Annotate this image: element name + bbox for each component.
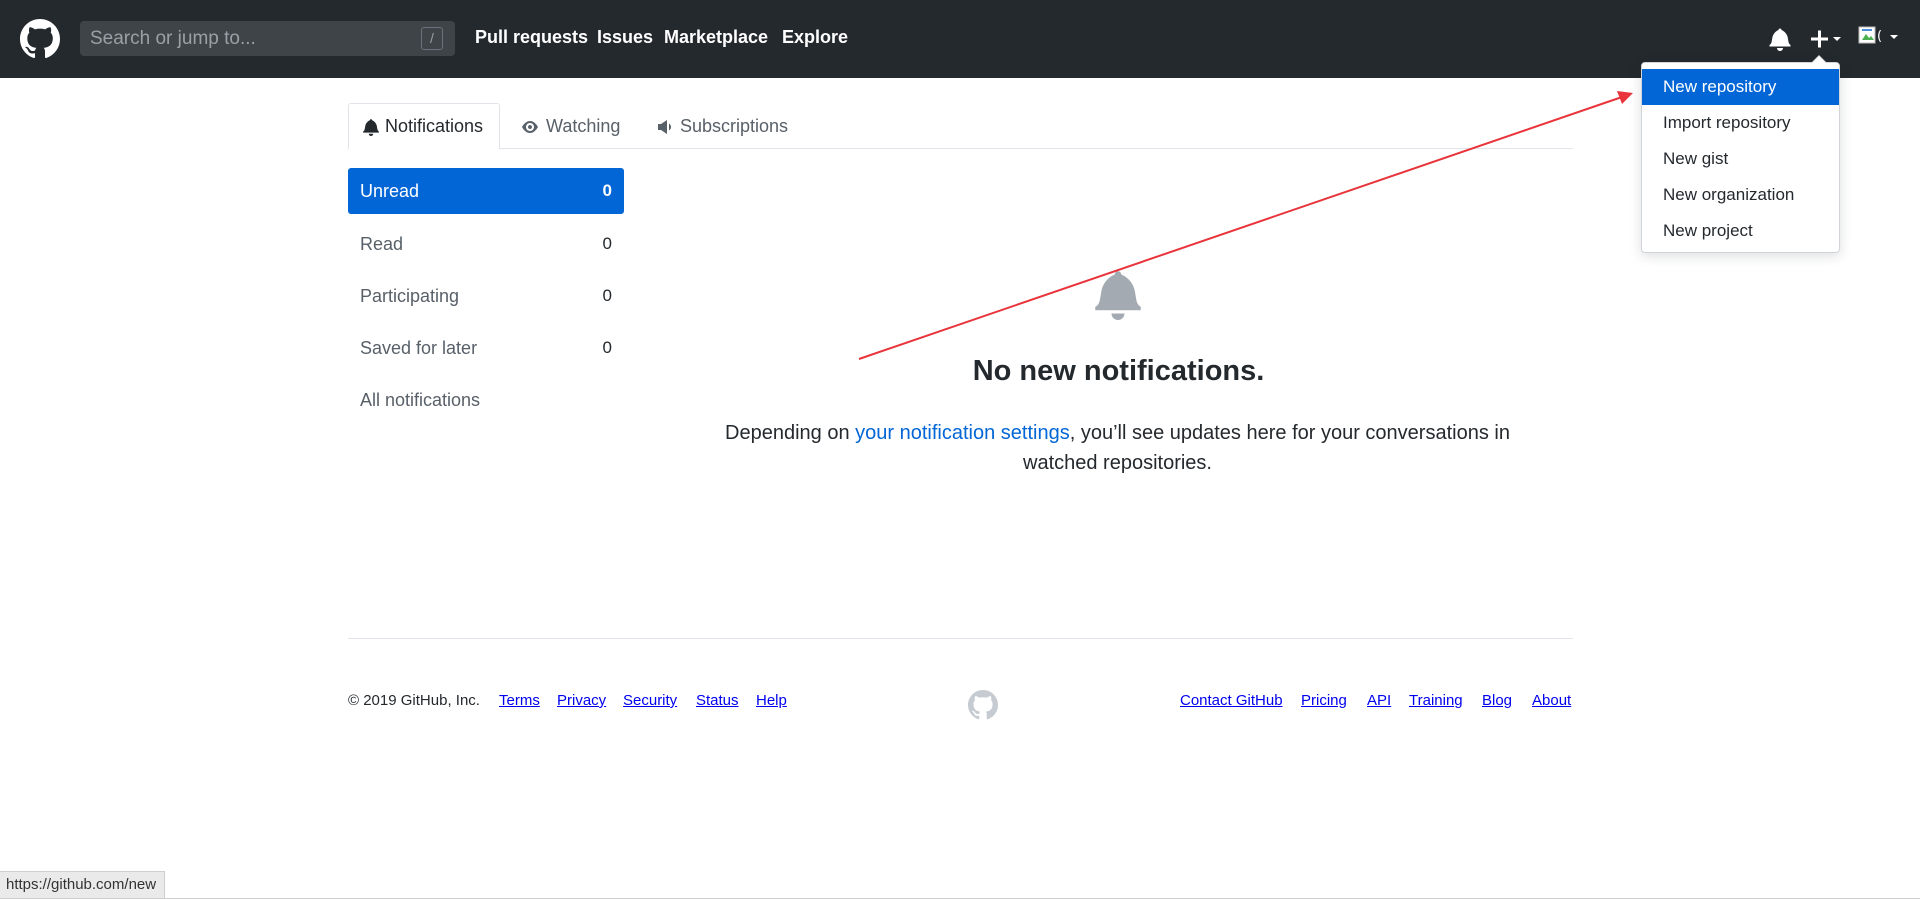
blankslate-desc-after: , you’ll see updates here for your conve…	[1023, 422, 1510, 474]
footer-link-pricing[interactable]: Pricing	[1301, 692, 1347, 709]
menu-item-new-repository[interactable]: New repository	[1642, 69, 1839, 105]
footer-link-contact[interactable]: Contact GitHub	[1180, 692, 1283, 709]
filter-unread-label: Unread	[360, 180, 420, 201]
tab-watching-label: Watching	[546, 116, 621, 136]
filter-read-label: Read	[360, 233, 404, 254]
menu-item-new-project[interactable]: New project	[1642, 213, 1839, 249]
tab-notifications[interactable]: Notifications	[348, 103, 500, 150]
bell-icon	[1095, 271, 1141, 320]
search-input[interactable]	[80, 21, 455, 56]
tab-subscriptions[interactable]: Subscriptions	[656, 103, 788, 150]
bell-icon	[363, 118, 379, 136]
menu-item-import-repository[interactable]: Import repository	[1642, 105, 1839, 141]
footer-copyright: © 2019 GitHub, Inc.	[348, 692, 480, 709]
footer-link-help[interactable]: Help	[756, 692, 787, 709]
footer-link-api[interactable]: API	[1367, 692, 1391, 709]
create-new-dropdown: New repository Import repository New gis…	[1641, 55, 1840, 253]
footer-link-about[interactable]: About	[1532, 692, 1571, 709]
bell-icon[interactable]	[1769, 27, 1791, 51]
tab-notifications-label: Notifications	[385, 116, 484, 136]
footer-divider	[348, 638, 1573, 639]
filter-saved-for-later[interactable]: Saved for later 0	[348, 322, 624, 374]
footer-link-privacy[interactable]: Privacy	[557, 692, 606, 709]
tab-watching[interactable]: Watching	[520, 103, 620, 150]
nav-issues[interactable]: Issues	[597, 27, 653, 48]
notification-settings-link[interactable]: your notification settings	[855, 422, 1070, 444]
notification-tabs: Notifications Watching Subscriptions	[348, 103, 1573, 150]
github-logo-icon[interactable]	[20, 19, 60, 59]
tab-subscriptions-label: Subscriptions	[680, 116, 789, 136]
footer-link-terms[interactable]: Terms	[499, 692, 540, 709]
filter-participating-label: Participating	[360, 285, 460, 306]
nav-pull-requests[interactable]: Pull requests	[475, 27, 588, 48]
footer-link-security[interactable]: Security	[623, 692, 677, 709]
footer-link-status[interactable]: Status	[696, 692, 739, 709]
blankslate-desc-before: Depending on	[725, 422, 856, 444]
filter-unread-count: 0	[602, 181, 612, 200]
megaphone-icon	[658, 119, 671, 134]
filter-read-count: 0	[602, 234, 612, 253]
github-mark-icon[interactable]	[968, 690, 998, 720]
menu-item-new-gist[interactable]: New gist	[1642, 141, 1839, 177]
eye-icon	[522, 120, 538, 133]
filter-read[interactable]: Read 0	[348, 218, 624, 270]
filter-unread[interactable]: Unread 0	[348, 168, 624, 214]
filter-participating[interactable]: Participating 0	[348, 270, 624, 322]
filter-saved-count: 0	[602, 338, 612, 357]
nav-marketplace[interactable]: Marketplace	[664, 27, 768, 48]
menu-item-new-organization[interactable]: New organization	[1642, 177, 1839, 213]
filter-participating-count: 0	[602, 286, 612, 305]
footer-link-blog[interactable]: Blog	[1482, 692, 1512, 709]
notification-filter-menu: Unread 0 Read 0 Participating 0 Saved fo…	[348, 168, 624, 426]
status-bar-url: https://github.com/new	[0, 871, 166, 899]
nav-explore[interactable]: Explore	[782, 27, 848, 48]
top-header: / Pull requests Issues Marketplace Explo…	[0, 0, 1920, 78]
filter-all-label: All notifications	[360, 389, 481, 410]
blankslate-title: No new notifications.	[972, 355, 1265, 387]
search-box[interactable]: /	[80, 21, 455, 56]
filter-saved-label: Saved for later	[360, 337, 478, 358]
footer-link-training[interactable]: Training	[1409, 692, 1463, 709]
blankslate-description: Depending on your notification settings,…	[700, 418, 1535, 478]
filter-all-notifications[interactable]: All notifications	[348, 374, 624, 426]
plus-icon[interactable]	[1808, 26, 1846, 52]
search-shortcut-key: /	[421, 27, 443, 50]
avatar-broken-image-icon[interactable]: (	[1858, 24, 1904, 52]
svg-text:(: (	[1877, 29, 1882, 44]
